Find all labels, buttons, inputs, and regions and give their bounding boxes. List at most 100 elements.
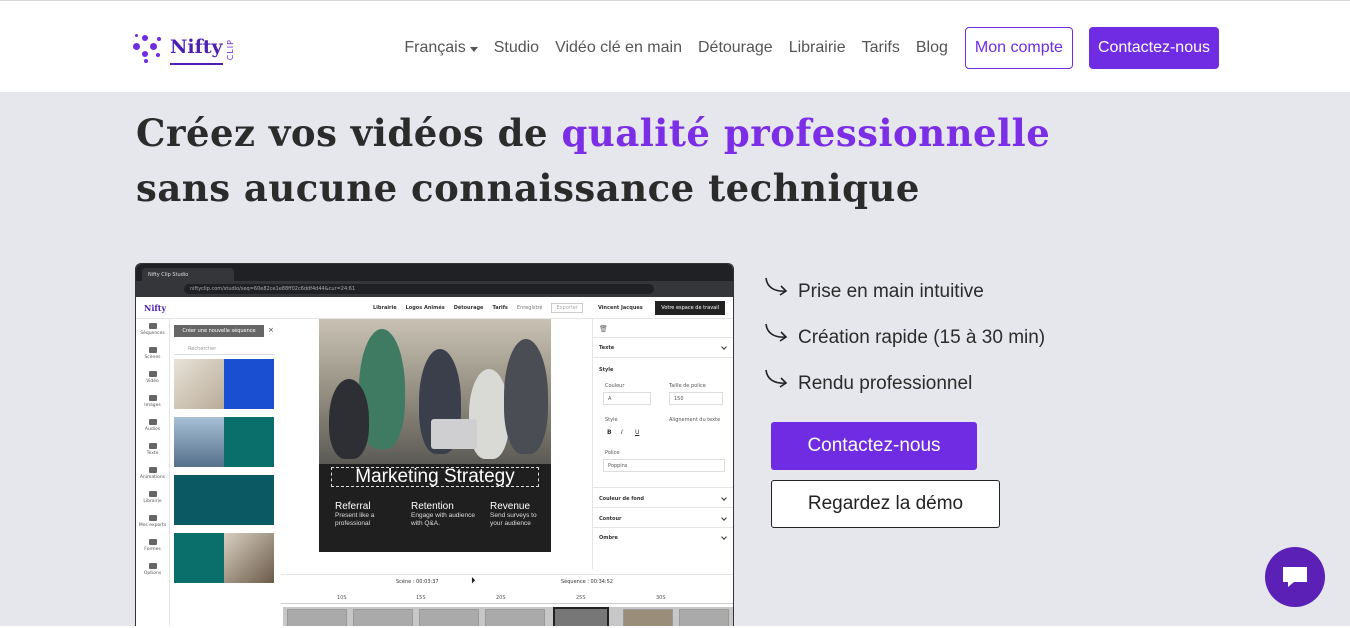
nav-video-turnkey[interactable]: Vidéo clé en main bbox=[555, 39, 682, 57]
column-head: Retention bbox=[411, 501, 454, 512]
new-sequence-button: Créer une nouvelle séquence bbox=[174, 325, 264, 337]
column-body: Present like a professional bbox=[335, 512, 375, 527]
language-label: Français bbox=[404, 39, 466, 56]
laptop-shape bbox=[431, 419, 477, 449]
column-body: Send surveys to your audience bbox=[490, 512, 537, 527]
column-head: Revenue bbox=[490, 501, 531, 512]
prop-fond: Couleur de fond bbox=[599, 496, 644, 502]
top-navbar: Nifty CLIP Français Studio Vidéo clé en … bbox=[0, 0, 1350, 92]
studio-export: Exporter bbox=[551, 303, 583, 313]
hero-title-start: Créez vos vidéos de bbox=[136, 111, 562, 155]
studio-workspace-button: Votre espace de travail bbox=[655, 301, 725, 315]
feature-item: Rendu professionnel bbox=[764, 367, 1045, 413]
media-thumb bbox=[224, 533, 274, 583]
ruler-tick: 30S bbox=[656, 595, 666, 601]
studio-sidebar: Séquences Scènes Vidéo Images Audios Tex… bbox=[136, 319, 170, 627]
logo-subtext: CLIP bbox=[225, 38, 235, 60]
ruler-tick: 10S bbox=[337, 595, 347, 601]
browser-urlbar: niftyclip.com/studio/seq=60e82ce1e88ff02… bbox=[136, 281, 733, 297]
studio-sidebar-item: Options bbox=[136, 559, 169, 583]
media-thumb bbox=[224, 417, 274, 467]
panel-search: Rechercher bbox=[174, 343, 275, 355]
play-icon: ⏵ bbox=[471, 576, 476, 586]
studio-menu-item: Logos Animés bbox=[405, 305, 445, 311]
studio-sidebar-item: Texte bbox=[136, 439, 169, 463]
prop-ombre: Ombre bbox=[599, 535, 618, 541]
divider bbox=[593, 357, 733, 358]
timeline-scene: Scène : 00:03:37 bbox=[396, 579, 439, 585]
studio-sidebar-item: Animations bbox=[136, 463, 169, 487]
nav-tarifs[interactable]: Tarifs bbox=[862, 39, 900, 57]
logo-text: Nifty bbox=[170, 38, 223, 65]
feature-item: Prise en main intuitive bbox=[764, 275, 1045, 321]
slide-column: Referral Present like a professional bbox=[335, 501, 403, 528]
nifty-clip-logo[interactable]: Nifty CLIP bbox=[130, 29, 235, 65]
divider bbox=[593, 527, 733, 528]
prop-contour: Contour bbox=[599, 516, 622, 522]
media-thumb bbox=[224, 475, 274, 525]
nav-studio[interactable]: Studio bbox=[494, 39, 539, 57]
studio-timeline: Scène : 00:03:37 ⏵ Séquence : 00:34:52 1… bbox=[281, 574, 733, 627]
studio-sidebar-item: Formes bbox=[136, 535, 169, 559]
studio-sidebar-item: Images bbox=[136, 391, 169, 415]
url-field: niftyclip.com/studio/seq=60e82ce1e88ff02… bbox=[184, 284, 654, 294]
nav-librairie[interactable]: Librairie bbox=[789, 39, 846, 57]
feature-list: Prise en main intuitive Création rapide … bbox=[764, 275, 1045, 413]
logo-dots-icon bbox=[130, 31, 164, 65]
nav-blog[interactable]: Blog bbox=[916, 39, 948, 57]
prop-align-label: Alignement du texte bbox=[669, 417, 721, 423]
studio-properties-panel: 🗑 Texte Style Couleur Taille de police A… bbox=[592, 319, 733, 569]
prop-couleur-label: Couleur bbox=[605, 383, 625, 389]
chevron-down-icon bbox=[721, 495, 727, 501]
studio-appbar: Nifty Librairie Logos Animés Détourage T… bbox=[136, 297, 733, 319]
chat-widget-button[interactable] bbox=[1265, 547, 1325, 607]
column-body: Engage with audience with Q&A. bbox=[411, 512, 475, 527]
watch-demo-button[interactable]: Regardez la démo bbox=[771, 480, 1000, 528]
language-dropdown[interactable]: Français bbox=[404, 39, 478, 57]
media-thumb bbox=[174, 359, 224, 409]
curved-arrow-icon bbox=[765, 277, 788, 296]
studio-menu-item: Détourage bbox=[453, 305, 484, 311]
caret-down-icon bbox=[469, 46, 478, 52]
studio-sidebar-item: Librairie bbox=[136, 487, 169, 511]
curved-arrow-icon bbox=[765, 369, 788, 388]
ruler-tick: 20S bbox=[496, 595, 506, 601]
timeline-ruler: 10S 15S 20S 25S 30S bbox=[281, 595, 733, 604]
studio-sidebar-item: Mes exports bbox=[136, 511, 169, 535]
contact-cta-button[interactable]: Contactez-nous bbox=[771, 422, 977, 470]
slide-column: Retention Engage with audience with Q&A. bbox=[411, 501, 479, 528]
timeline-selected-clip bbox=[553, 607, 609, 627]
column-head: Referral bbox=[335, 501, 371, 512]
ruler-tick: 25S bbox=[576, 595, 586, 601]
feature-text: Rendu professionnel bbox=[798, 373, 973, 394]
studio-sidebar-item: Audios bbox=[136, 415, 169, 439]
hero-title-end: sans aucune connaissance technique bbox=[136, 166, 920, 210]
divider bbox=[593, 487, 733, 488]
studio-menu-item: Librairie bbox=[373, 305, 397, 311]
close-icon: × bbox=[268, 326, 274, 334]
ruler-tick: 15S bbox=[416, 595, 426, 601]
prop-taille-label: Taille de police bbox=[669, 383, 706, 389]
hero-title-accent: qualité professionnelle bbox=[561, 111, 1051, 155]
studio-sidebar-item: Vidéo bbox=[136, 367, 169, 391]
slide-title: Marketing Strategy bbox=[331, 467, 539, 487]
feature-text: Création rapide (15 à 30 min) bbox=[798, 327, 1046, 348]
media-thumb bbox=[224, 359, 274, 409]
media-thumb bbox=[174, 417, 224, 467]
studio-media-panel: Créer une nouvelle séquence × Rechercher bbox=[171, 319, 281, 627]
studio-menu-item: Enregistré bbox=[516, 305, 543, 311]
font-select: Poppins bbox=[603, 459, 725, 472]
prop-texte: Texte bbox=[599, 345, 615, 351]
nav-detourage[interactable]: Détourage bbox=[698, 39, 773, 57]
browser-tab: Nifty Clip Studio bbox=[142, 268, 234, 281]
prop-police-label: Police bbox=[605, 450, 620, 456]
bold-icon: B bbox=[607, 429, 612, 436]
chevron-down-icon bbox=[721, 344, 727, 350]
italic-icon: I bbox=[621, 429, 623, 436]
chevron-down-icon bbox=[721, 515, 727, 521]
timeline-sequence: Séquence : 00:34:52 bbox=[561, 579, 613, 585]
studio-logo: Nifty bbox=[144, 302, 167, 313]
color-field: A bbox=[603, 392, 651, 405]
account-button[interactable]: Mon compte bbox=[964, 27, 1073, 69]
contact-nav-button[interactable]: Contactez-nous bbox=[1088, 27, 1219, 69]
